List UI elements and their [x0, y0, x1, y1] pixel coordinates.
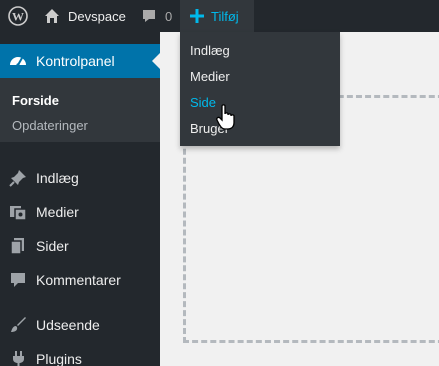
new-content-menu[interactable]: Tilføj	[180, 0, 254, 32]
site-name: Devspace	[68, 8, 126, 24]
menu-dashboard-label: Kontrolpanel	[36, 53, 115, 69]
submenu-forside[interactable]: Forside	[12, 93, 59, 108]
menu-media[interactable]: Medier	[0, 195, 160, 229]
plug-icon	[0, 350, 36, 366]
wordpress-menu[interactable]: W	[0, 0, 36, 32]
menu-plugins[interactable]: Plugins	[0, 342, 160, 366]
comment-icon	[0, 271, 36, 289]
comment-bubble-icon	[141, 8, 157, 24]
menu-appearance-label: Udseende	[36, 317, 100, 333]
home-icon	[44, 8, 60, 24]
site-name-link[interactable]: Devspace	[44, 0, 126, 32]
menu-comments-label: Kommentarer	[36, 272, 121, 288]
current-menu-arrow	[152, 53, 160, 69]
new-page-item[interactable]: Side	[180, 90, 340, 116]
plus-icon	[190, 9, 204, 23]
admin-bar: W Devspace 0 Tilføj	[0, 0, 439, 32]
menu-appearance[interactable]: Udseende	[0, 308, 160, 342]
media-icon	[0, 203, 36, 221]
new-post-item[interactable]: Indlæg	[180, 38, 340, 64]
new-content-label: Tilføj	[211, 8, 239, 24]
new-content-dropdown: Indlæg Medier Side Bruger	[180, 32, 340, 146]
dashboard-submenu: Forside Opdateringer	[0, 78, 160, 142]
menu-dashboard[interactable]: Kontrolpanel	[0, 44, 160, 78]
wordpress-logo-icon: W	[8, 6, 28, 26]
submenu-opdateringer[interactable]: Opdateringer	[12, 118, 88, 133]
svg-text:W: W	[12, 10, 24, 24]
gauge-icon	[0, 51, 36, 71]
menu-comments[interactable]: Kommentarer	[0, 263, 160, 297]
admin-sidebar: Kontrolpanel Forside Opdateringer Indlæg…	[0, 32, 160, 366]
menu-posts-label: Indlæg	[36, 170, 79, 186]
hand-pointer-icon	[216, 104, 238, 130]
comments-link[interactable]: 0	[141, 0, 172, 32]
menu-plugins-label: Plugins	[36, 351, 82, 366]
menu-pages-label: Sider	[36, 238, 69, 254]
menu-pages[interactable]: Sider	[0, 229, 160, 263]
menu-posts[interactable]: Indlæg	[0, 161, 160, 195]
new-media-item[interactable]: Medier	[180, 64, 340, 90]
comments-count: 0	[165, 8, 173, 24]
menu-media-label: Medier	[36, 204, 79, 220]
pages-icon	[0, 237, 36, 255]
brush-icon	[0, 316, 36, 334]
pushpin-icon	[0, 169, 36, 187]
new-user-item[interactable]: Bruger	[180, 116, 340, 142]
